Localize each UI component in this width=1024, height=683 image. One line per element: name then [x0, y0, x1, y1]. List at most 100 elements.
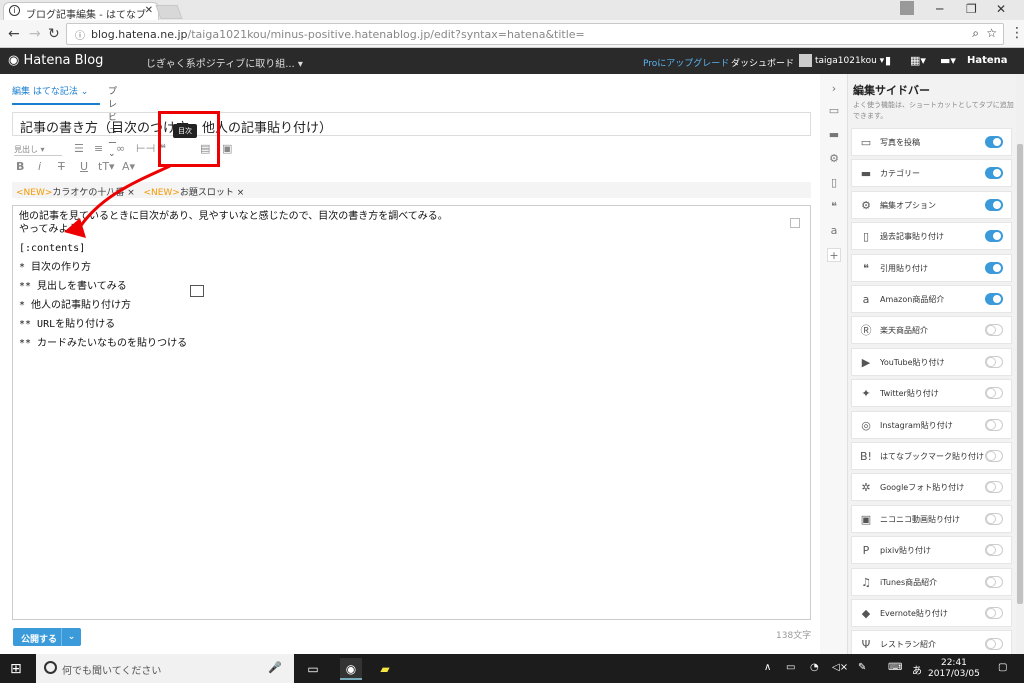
chrome-icon[interactable]: ◉	[340, 658, 362, 680]
toggle-switch[interactable]	[985, 293, 1003, 305]
sidebar-item[interactable]: ▶ YouTube貼り付け	[851, 347, 1012, 376]
sidebar-item[interactable]: ⚙ 編集オプション	[851, 190, 1012, 219]
toggle-switch[interactable]	[985, 544, 1003, 557]
instagram-icon: ◎	[861, 418, 871, 432]
sidebar-title: 編集サイドバー	[853, 84, 930, 97]
toggle-knob	[986, 325, 996, 336]
scrollbar-thumb[interactable]	[1017, 144, 1023, 604]
toggle-switch[interactable]	[985, 230, 1003, 243]
toggle-knob	[986, 388, 996, 399]
keyboard-icon[interactable]: ⌨	[888, 662, 902, 673]
sidebar-item-label: ニコニコ動画貼り付け	[880, 514, 960, 524]
sidebar-item[interactable]: ◆ Evernote貼り付け	[851, 599, 1012, 627]
ime-indicator[interactable]: あ	[912, 662, 922, 677]
microphone-icon[interactable]: 🎤	[268, 661, 282, 674]
toggle-knob	[992, 294, 1002, 304]
toggle-knob	[986, 639, 996, 650]
toggle-switch[interactable]	[985, 136, 1003, 148]
youtube-icon: ▶	[861, 355, 871, 369]
wifi-icon[interactable]: ◔	[810, 662, 819, 673]
sidebar-item[interactable]: ▭ 写真を投稿	[851, 128, 1012, 156]
sidebar-item[interactable]: ❝ 引用貼り付け	[851, 253, 1012, 282]
toggle-switch[interactable]	[985, 198, 1003, 211]
notification-icon[interactable]: ▢	[998, 662, 1007, 673]
toggle-switch[interactable]	[985, 167, 1003, 180]
sidebar-item[interactable]: ▯ 過去記事貼り付け	[851, 222, 1012, 251]
toggle-switch[interactable]	[985, 387, 1003, 400]
photo-icon[interactable]: ▭	[827, 104, 841, 118]
toggle-switch[interactable]	[985, 638, 1003, 651]
battery-icon[interactable]: ▭	[786, 662, 795, 673]
sidebar-item[interactable]: ◎ Instagram貼り付け	[851, 410, 1012, 439]
toggle-knob	[986, 419, 996, 430]
volume-icon[interactable]: ◁×	[832, 662, 848, 673]
chevron-down-icon[interactable]: ⌄	[61, 628, 81, 646]
toggle-knob	[992, 199, 1002, 210]
toggle-knob	[986, 576, 996, 587]
windows-start-icon[interactable]: ⊞	[10, 661, 22, 677]
sidebar-item[interactable]: ▣ ニコニコ動画貼り付け	[851, 504, 1012, 533]
sidebar-item[interactable]: Ⓡ 楽天商品紹介	[851, 316, 1012, 345]
windows-taskbar: ⊞ 何でも聞いてください 🎤 ▭ ◉ ▰ ∧ ▭ ◔ ◁× ✎ ⌨ あ 22:4…	[0, 654, 1024, 683]
toggle-switch[interactable]	[985, 418, 1003, 431]
folder-icon: ▬	[860, 167, 872, 181]
cortana-icon	[44, 661, 57, 674]
toggle-switch[interactable]	[985, 450, 1003, 462]
sidebar-item[interactable]: ✦ Twitter貼り付け	[851, 379, 1012, 408]
sidebar-item-label: はてなブックマーク貼り付け	[880, 452, 984, 461]
sidebar-item[interactable]: Ppixiv貼り付け	[851, 536, 1012, 565]
sidebar-item[interactable]: a Amazon商品紹介	[851, 285, 1012, 313]
toggle-switch[interactable]	[985, 355, 1003, 368]
music-icon: ♫	[861, 575, 871, 589]
toggle-switch[interactable]	[985, 481, 1003, 494]
sticky-notes-icon[interactable]: ▰	[374, 658, 396, 680]
task-view-icon[interactable]: ▭	[302, 658, 324, 680]
chevron-right-icon[interactable]: ›	[827, 82, 841, 96]
document-icon[interactable]: ▯	[827, 176, 841, 190]
toggle-switch[interactable]	[985, 324, 1003, 337]
sidebar-item-label: Evernote貼り付け	[880, 609, 948, 618]
toggle-knob	[992, 168, 1002, 179]
sidebar-shortcuts: › ▭ ▬ ⚙ ▯ ❝ a +	[820, 74, 847, 654]
amazon-icon: a	[862, 293, 870, 306]
pixiv-icon: P	[862, 544, 870, 558]
sidebar-description: よく使う機能は、ショートカットとしてタブに追加できます。	[853, 101, 1014, 120]
sidebar-item-label: 楽天商品紹介	[880, 326, 928, 336]
document-icon: ▯	[862, 230, 870, 244]
sidebar-item[interactable]: ✲ Googleフォト貼り付け	[851, 473, 1012, 502]
add-icon[interactable]: +	[827, 248, 841, 262]
sidebar-item-label: 過去記事貼り付け	[880, 232, 944, 242]
clock[interactable]: 22:41 2017/03/05	[928, 658, 980, 680]
niconico-icon: ▣	[860, 512, 872, 526]
sidebar-item[interactable]: ♫ iTunes商品紹介	[851, 567, 1012, 596]
toggle-switch[interactable]	[985, 607, 1003, 619]
sidebar-item-label: 写真を投稿	[880, 138, 920, 147]
sidebar-item-label: Amazon商品紹介	[880, 295, 945, 304]
rakuten-icon: Ⓡ	[860, 324, 872, 338]
sidebar-scrollbar[interactable]	[1016, 74, 1024, 654]
twitter-icon: ✦	[861, 387, 871, 401]
pen-icon[interactable]: ✎	[858, 662, 866, 673]
sidebar-item-label: カテゴリー	[880, 169, 920, 179]
evernote-icon: ◆	[861, 607, 871, 620]
tray-chevron-icon[interactable]: ∧	[764, 662, 771, 673]
quote-icon[interactable]: ❝	[827, 200, 841, 214]
toggle-knob	[986, 451, 996, 461]
quote-icon: ❝	[863, 261, 869, 275]
publish-button[interactable]: 公開する ⌄	[13, 628, 81, 646]
taskbar-search[interactable]: 何でも聞いてください 🎤	[36, 654, 294, 683]
toggle-knob	[992, 231, 1002, 242]
sidebar-item-label: Twitter貼り付け	[880, 389, 939, 399]
gear-icon[interactable]: ⚙	[827, 152, 841, 166]
sidebar-item[interactable]: ▬ カテゴリー	[851, 159, 1012, 188]
toggle-knob	[992, 262, 1002, 273]
amazon-icon[interactable]: a	[827, 224, 841, 238]
restaurant-icon: Ψ	[861, 638, 871, 652]
toggle-switch[interactable]	[985, 575, 1003, 588]
sidebar-item[interactable]: B! はてなブックマーク貼り付け	[851, 442, 1012, 470]
toggle-switch[interactable]	[985, 512, 1003, 525]
toggle-switch[interactable]	[985, 261, 1003, 274]
gear-icon: ⚙	[861, 198, 871, 212]
photo-icon: ▭	[860, 136, 872, 149]
folder-icon[interactable]: ▬	[827, 128, 841, 142]
